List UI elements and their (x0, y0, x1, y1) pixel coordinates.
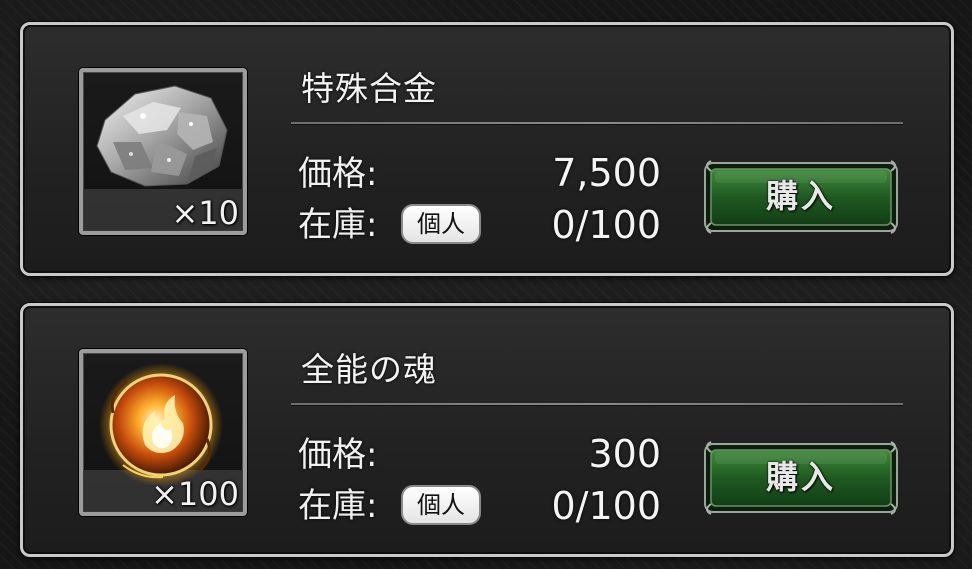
stock-type-badge: 個人 (401, 204, 481, 244)
stock-label: 在庫: (298, 205, 378, 245)
item-thumbnail: ×100 (79, 349, 247, 516)
shop-item-list: ×10 特殊合金 価格: 7,500 在庫: 個人 0/100 購入 ×100 … (0, 0, 972, 569)
price-value: 7,500 (552, 151, 661, 195)
buy-button[interactable]: 購入 (701, 157, 901, 237)
item-quantity: ×10 (171, 194, 239, 232)
stock-value: 0/100 (551, 484, 661, 528)
buy-button-label: 購入 (765, 177, 836, 215)
divider (291, 403, 903, 405)
price-label: 価格: (298, 435, 378, 475)
stock-label: 在庫: (298, 486, 378, 526)
price-value: 300 (588, 432, 661, 476)
item-name: 特殊合金 (301, 69, 437, 108)
item-quantity: ×100 (151, 475, 239, 513)
price-label: 価格: (298, 154, 378, 194)
item-name: 全能の魂 (301, 350, 437, 389)
buy-button[interactable]: 購入 (701, 438, 901, 518)
shop-item-card: ×100 全能の魂 価格: 300 在庫: 個人 0/100 購入 (20, 303, 954, 557)
buy-button-label: 購入 (765, 458, 836, 496)
divider (291, 122, 903, 124)
item-thumbnail: ×10 (79, 68, 247, 235)
stock-value: 0/100 (551, 203, 661, 247)
shop-item-card: ×10 特殊合金 価格: 7,500 在庫: 個人 0/100 購入 (20, 22, 954, 276)
stock-type-badge: 個人 (401, 485, 481, 525)
